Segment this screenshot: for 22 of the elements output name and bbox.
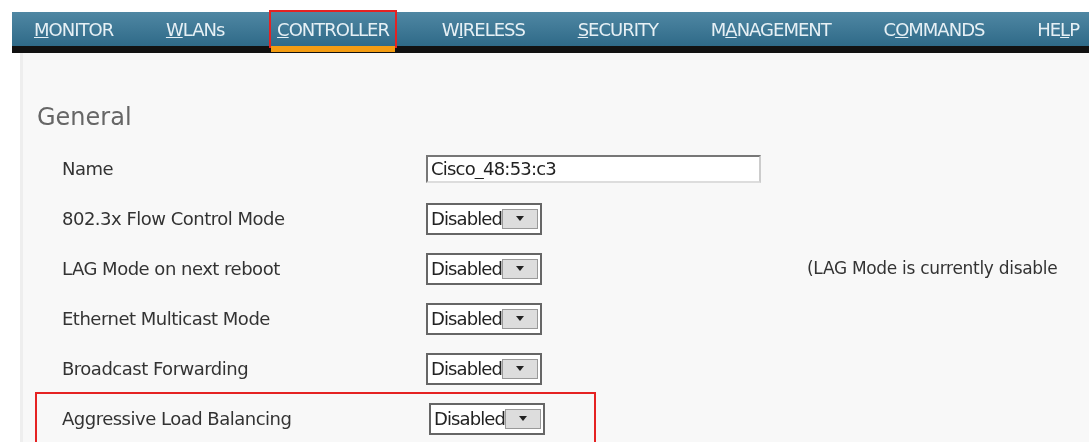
field-label: 802.3x Flow Control Mode (62, 207, 286, 232)
note-text: (LAG Mode is currently disable (807, 257, 1058, 281)
field-label: Aggressive Load Balancing (62, 407, 293, 432)
select-field[interactable]: Disabled (426, 352, 542, 385)
name-field[interactable]: Cisco_48:53:c3 (426, 154, 761, 183)
menu-tab[interactable]: MANAGEMENT (704, 12, 837, 46)
field-label: LAG Mode on next reboot (62, 257, 281, 282)
menu-tab[interactable]: COMMANDS (877, 12, 991, 46)
field-label: Name (62, 157, 115, 182)
section-title: General (37, 103, 133, 132)
select-field[interactable]: Disabled (426, 252, 542, 285)
menu-tab[interactable]: HELP (1031, 12, 1085, 46)
menu-tab[interactable]: MONITOR (28, 12, 120, 46)
menu-tab[interactable]: CONTROLLER (271, 12, 395, 46)
field-label: Ethernet Multicast Mode (62, 307, 271, 332)
field-label: Broadcast Forwarding (62, 357, 250, 382)
menu-tab[interactable]: SECURITY (571, 12, 665, 46)
menu-tab[interactable]: WLANs (159, 12, 231, 46)
select-field[interactable]: Disabled (426, 302, 542, 335)
select-field[interactable]: Disabled (429, 402, 545, 435)
select-field[interactable]: Disabled (426, 202, 542, 235)
menu-tab[interactable]: WIRELESS (435, 12, 531, 46)
